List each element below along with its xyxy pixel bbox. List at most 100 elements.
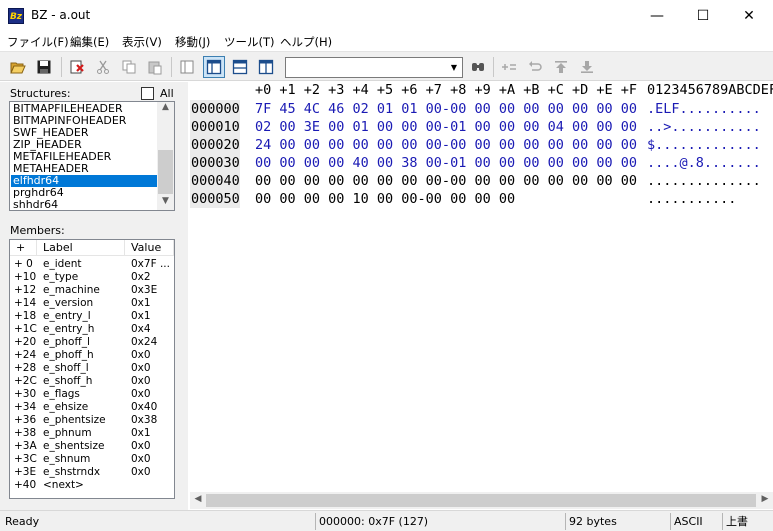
minimize-button[interactable]: — <box>634 0 680 31</box>
hex-bytes[interactable]: 24 00 00 00 00 00 00 00-00 00 00 00 00 0… <box>255 136 637 154</box>
member-offset: +3C <box>14 453 37 465</box>
member-label: e_entry_h <box>43 323 95 335</box>
member-offset: + 0 <box>14 258 33 270</box>
scroll-up-icon[interactable]: ▲ <box>157 102 174 116</box>
table-row[interactable]: + 0 e_ident 0x7F ... <box>10 258 174 271</box>
structures-list[interactable]: BITMAPFILEHEADER BITMAPINFOHEADER SWF_HE… <box>9 101 175 211</box>
split-window-button[interactable] <box>255 56 277 78</box>
table-row[interactable]: +30 e_flags 0x0 <box>10 388 174 401</box>
status-encoding[interactable]: ASCII <box>670 513 720 530</box>
hex-ascii[interactable]: .............. <box>647 172 761 190</box>
column-header-offset[interactable]: + <box>10 240 37 256</box>
hex-row[interactable]: 000050 00 00 00 00 10 00 00-00 00 00 00..… <box>190 190 773 208</box>
open-button[interactable] <box>7 56 29 78</box>
hex-bytes[interactable]: 00 00 00 00 10 00 00-00 00 00 00 <box>255 190 515 208</box>
scroll-right-icon[interactable]: ▶ <box>757 494 773 504</box>
menu-help[interactable]: ヘルプ(H) <box>280 34 332 50</box>
hex-bytes[interactable]: 02 00 3E 00 01 00 00 00-01 00 00 00 04 0… <box>255 118 637 136</box>
jump-top-button[interactable] <box>550 56 572 78</box>
hex-row[interactable]: 000010 02 00 3E 00 01 00 00 00-01 00 00 0… <box>190 118 773 136</box>
split-horizontal-button[interactable] <box>229 56 251 78</box>
search-combo[interactable]: ▼ <box>285 57 463 78</box>
table-row[interactable]: +10 e_type 0x2 <box>10 271 174 284</box>
table-row[interactable]: +28 e_shoff_l 0x0 <box>10 362 174 375</box>
column-header-value[interactable]: Value <box>125 240 174 256</box>
structures-label: Structures: <box>10 87 71 100</box>
hex-row[interactable]: 000030 00 00 00 00 40 00 38 00-01 00 00 0… <box>190 154 773 172</box>
cut-icon <box>97 60 109 74</box>
jump-bottom-button[interactable] <box>576 56 598 78</box>
save-button[interactable] <box>33 56 55 78</box>
window-title: BZ - a.out <box>31 8 91 22</box>
menu-view[interactable]: 表示(V) <box>122 34 162 50</box>
menu-edit[interactable]: 編集(E) <box>70 34 109 50</box>
menu-jump[interactable]: 移動(J) <box>175 34 210 50</box>
table-row[interactable]: +36 e_phentsize 0x38 <box>10 414 174 427</box>
member-label: e_shoff_h <box>43 375 93 387</box>
maximize-icon: ☐ <box>696 7 710 24</box>
close-button[interactable]: ✕ <box>726 0 772 31</box>
member-value: 0x2 <box>131 271 151 283</box>
list-item[interactable]: shhdr64 <box>13 199 58 211</box>
table-row[interactable]: +18 e_entry_l 0x1 <box>10 310 174 323</box>
table-row[interactable]: +34 e_ehsize 0x40 <box>10 401 174 414</box>
menu-file[interactable]: ファイル(F) <box>7 34 69 50</box>
clear-button[interactable] <box>66 56 88 78</box>
paste-button[interactable] <box>144 56 166 78</box>
column-header-label[interactable]: Label <box>37 240 125 256</box>
compare-button[interactable] <box>498 56 520 78</box>
open-icon <box>10 62 26 74</box>
table-row[interactable]: +38 e_phnum 0x1 <box>10 427 174 440</box>
table-row[interactable]: +3A e_shentsize 0x0 <box>10 440 174 453</box>
hex-row[interactable]: 000000 7F 45 4C 46 02 01 01 00-00 00 00 0… <box>190 100 773 118</box>
hex-ascii[interactable]: ........... <box>647 190 736 208</box>
jump-bottom-icon <box>581 61 593 73</box>
status-bar: Ready 000000: 0x7F (127) 92 bytes ASCII … <box>0 510 773 531</box>
split-vertical-button[interactable] <box>203 56 225 78</box>
scroll-down-icon[interactable]: ▼ <box>157 196 174 210</box>
cut-button[interactable] <box>92 56 114 78</box>
copy-button[interactable] <box>118 56 140 78</box>
hex-bytes[interactable]: 00 00 00 00 00 00 00 00-00 00 00 00 00 0… <box>255 172 637 190</box>
hex-bytes[interactable]: 7F 45 4C 46 02 01 01 00-00 00 00 00 00 0… <box>255 100 637 118</box>
status-size: 92 bytes <box>565 513 669 530</box>
table-row[interactable]: +1C e_entry_h 0x4 <box>10 323 174 336</box>
hex-bytes[interactable]: 00 00 00 00 40 00 38 00-01 00 00 00 00 0… <box>255 154 637 172</box>
table-row[interactable]: +12 e_machine 0x3E <box>10 284 174 297</box>
undo-jump-button[interactable] <box>524 56 546 78</box>
member-value: 0x38 <box>131 414 158 426</box>
table-row[interactable]: +20 e_phoff_l 0x24 <box>10 336 174 349</box>
hex-ascii[interactable]: $............. <box>647 136 761 154</box>
hex-view[interactable]: +0 +1 +2 +3 +4 +5 +6 +7 +8 +9 +A +B +C +… <box>190 82 773 492</box>
member-value: 0x0 <box>131 453 151 465</box>
member-value: 0x0 <box>131 362 151 374</box>
menu-tools[interactable]: ツール(T) <box>224 34 275 50</box>
table-row[interactable]: +2C e_shoff_h 0x0 <box>10 375 174 388</box>
status-mode[interactable]: 上書 <box>722 513 771 530</box>
scroll-left-icon[interactable]: ◀ <box>190 494 206 504</box>
hex-ascii[interactable]: .ELF.......... <box>647 100 761 118</box>
table-row[interactable]: +24 e_phoff_h 0x0 <box>10 349 174 362</box>
structures-scrollbar[interactable]: ▲ ▼ <box>157 102 174 210</box>
table-row[interactable]: +3C e_shnum 0x0 <box>10 453 174 466</box>
hex-horizontal-scrollbar[interactable]: ◀ ▶ <box>190 492 773 509</box>
member-value: 0x1 <box>131 427 151 439</box>
table-row[interactable]: +14 e_version 0x1 <box>10 297 174 310</box>
chevron-down-icon[interactable]: ▼ <box>446 58 462 77</box>
hex-row[interactable]: 000040 00 00 00 00 00 00 00 00-00 00 00 0… <box>190 172 773 190</box>
scroll-thumb[interactable] <box>206 494 756 507</box>
maximize-button[interactable]: ☐ <box>680 0 726 31</box>
member-value: 0x4 <box>131 323 151 335</box>
save-icon <box>37 60 51 74</box>
table-row[interactable]: +40 <next> <box>10 479 174 492</box>
member-value: 0x3E <box>131 284 158 296</box>
member-offset: +24 <box>14 349 37 361</box>
table-row[interactable]: +3E e_shstrndx 0x0 <box>10 466 174 479</box>
hex-row[interactable]: 000020 24 00 00 00 00 00 00 00-00 00 00 0… <box>190 136 773 154</box>
find-button[interactable] <box>467 56 489 78</box>
all-checkbox[interactable] <box>141 87 154 100</box>
single-view-button[interactable] <box>176 56 198 78</box>
hex-ascii[interactable]: ....@.8....... <box>647 154 761 172</box>
scroll-thumb[interactable] <box>158 150 173 194</box>
hex-ascii[interactable]: ..>........... <box>647 118 761 136</box>
